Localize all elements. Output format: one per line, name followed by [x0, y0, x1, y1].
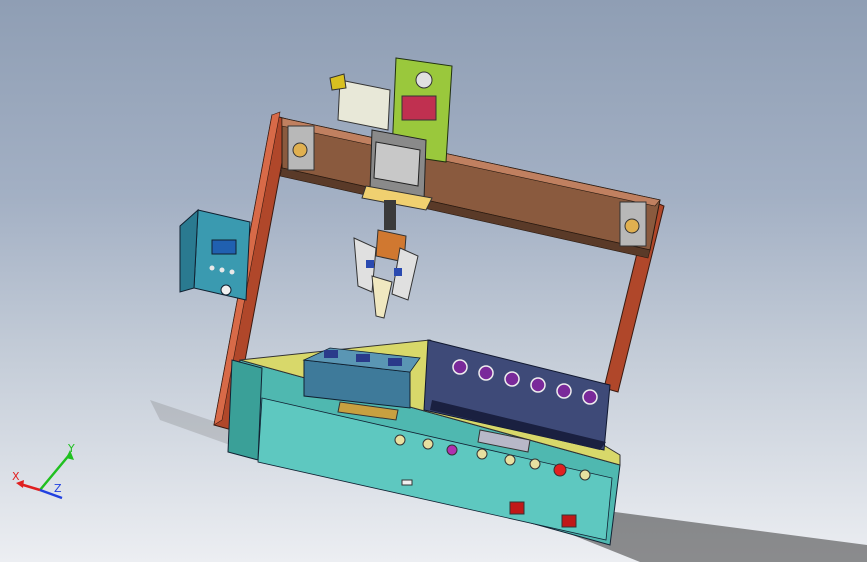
spindle-shaft	[384, 200, 396, 230]
cad-viewport[interactable]: Y X Z	[0, 0, 867, 562]
tool-clamp	[366, 260, 374, 268]
fixture-clamp	[324, 350, 338, 358]
base-port	[422, 438, 434, 450]
base-port	[579, 469, 591, 481]
base-red-switch	[561, 514, 577, 528]
y-axis-label: Y	[67, 442, 75, 455]
fixture-clamp	[356, 354, 370, 362]
tool-tip	[371, 275, 393, 319]
control-box-display	[211, 239, 237, 255]
fixture-clamp	[388, 358, 402, 366]
base-port	[476, 448, 488, 460]
head-pulley	[415, 71, 433, 89]
emergency-stop	[553, 463, 567, 477]
beam-motor-left	[292, 142, 308, 158]
base-port	[394, 434, 406, 446]
machine-3d-model[interactable]	[0, 0, 867, 562]
x-axis-label: X	[12, 470, 20, 483]
base-red-switch	[509, 501, 525, 515]
control-box-button	[209, 265, 215, 271]
base-port	[504, 454, 516, 466]
control-box-switch	[220, 284, 232, 296]
head-motor-mount	[401, 95, 437, 121]
orientation-triad: Y X Z	[12, 442, 75, 500]
head-sensor	[329, 73, 347, 91]
head-rail	[373, 141, 421, 187]
base-port	[529, 458, 541, 470]
control-box-button	[219, 267, 225, 273]
base-left-end	[227, 359, 263, 461]
z-axis-label: Z	[54, 482, 62, 495]
base-slot	[401, 479, 413, 486]
control-box-button	[229, 269, 235, 275]
beam-motor-right	[624, 218, 640, 234]
base-port-purple	[446, 444, 458, 456]
tool-clamp	[394, 268, 402, 276]
